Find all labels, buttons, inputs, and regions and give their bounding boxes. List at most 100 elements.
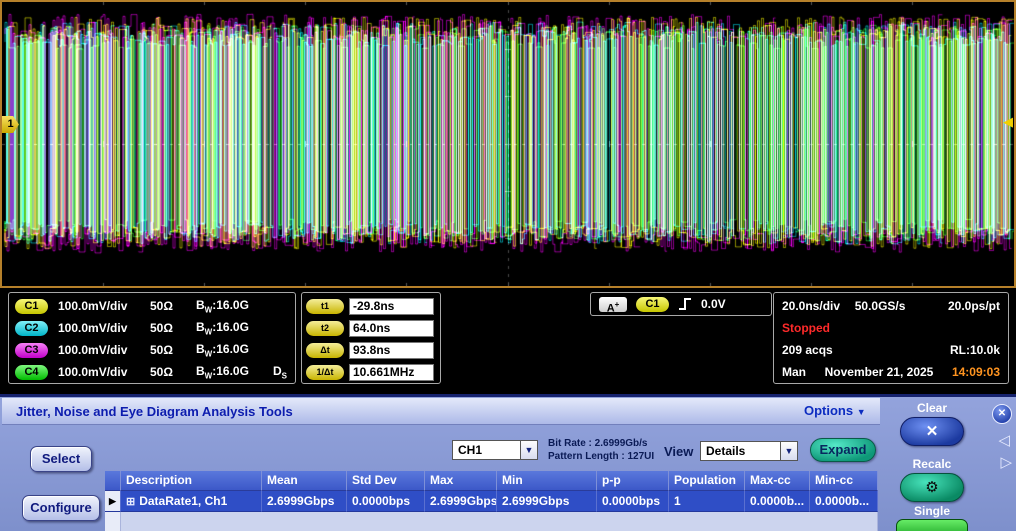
view-label: View <box>664 444 693 459</box>
view-select[interactable]: Details ▼ <box>700 441 798 461</box>
col-min-cc[interactable]: Min-cc <box>810 471 878 491</box>
channel-2-badge[interactable]: C2 <box>15 321 48 336</box>
cursor-inv-delta-t-row: 1/Δt 10.661MHz <box>306 361 436 383</box>
channel-2-readout[interactable]: C2 100.0mV/div 50Ω BW:16.0G <box>15 317 289 339</box>
channel-4-badge[interactable]: C4 <box>15 365 48 380</box>
cursor-inv-delta-t-value[interactable]: 10.661MHz <box>349 364 434 381</box>
channel-3-readout[interactable]: C3 100.0mV/div 50Ω BW:16.0G <box>15 339 289 361</box>
source-select-value[interactable]: CH1 <box>452 440 520 460</box>
cursor-t1-badge[interactable]: t1 <box>306 299 344 314</box>
cursor-delta-t-badge[interactable]: Δt <box>306 343 344 358</box>
chevron-down-icon[interactable]: ▼ <box>520 440 538 460</box>
trigger-source-badge[interactable]: C1 <box>636 297 669 312</box>
channel-1-badge[interactable]: C1 <box>15 299 48 314</box>
col-std-dev[interactable]: Std Dev <box>347 471 425 491</box>
cell-min-cc: 0.0000b... <box>810 491 878 512</box>
channel-3-impedance: 50Ω <box>150 343 196 357</box>
view-select-value[interactable]: Details <box>700 441 780 461</box>
single-button[interactable] <box>896 519 968 531</box>
channel-4-impedance: 50Ω <box>150 365 196 379</box>
cursor-inv-delta-t-badge[interactable]: 1/Δt <box>306 365 344 380</box>
cursor-t2-value[interactable]: 64.0ns <box>349 320 434 337</box>
cell-max-cc: 0.0000b... <box>745 491 810 512</box>
cursor-delta-t-row: Δt 93.8ns <box>306 339 436 361</box>
trigger-mode-value: Man <box>782 365 806 379</box>
sample-rate-value: 50.0GS/s <box>855 299 906 313</box>
waveform-display[interactable] <box>2 2 1014 286</box>
vertical-readouts: C1 100.0mV/div 50Ω BW:16.0G C2 100.0mV/d… <box>8 292 296 384</box>
col-min[interactable]: Min <box>497 471 597 491</box>
channel-4-readout[interactable]: C4 100.0mV/div 50Ω BW:16.0G DS <box>15 361 289 383</box>
horizontal-readouts: 20.0ns/div 50.0GS/s 20.0ps/pt Stopped 20… <box>773 292 1009 384</box>
status-bar: C1 100.0mV/div 50Ω BW:16.0G C2 100.0mV/d… <box>0 288 1016 394</box>
col-mean[interactable]: Mean <box>262 471 347 491</box>
jitter-analysis-panel: Jitter, Noise and Eye Diagram Analysis T… <box>0 394 1016 531</box>
acq-status-row: Stopped <box>782 317 1000 339</box>
col-population[interactable]: Population <box>669 471 745 491</box>
trigger-readout[interactable]: A+ C1 0.0V <box>590 292 772 316</box>
expand-button[interactable]: Expand <box>810 438 876 462</box>
trigger-level-value[interactable]: 0.0V <box>701 297 726 311</box>
channel-2-impedance: 50Ω <box>150 321 196 335</box>
channel-3-scale: 100.0mV/div <box>58 343 150 357</box>
bit-rate-value: Bit Rate : 2.6999Gb/s <box>548 437 654 450</box>
cell-max: 2.6999Gbps <box>425 491 497 512</box>
clear-label: Clear <box>898 401 966 415</box>
col-p-p[interactable]: p-p <box>597 471 669 491</box>
col-max[interactable]: Max <box>425 471 497 491</box>
select-button[interactable]: Select <box>30 446 92 472</box>
timebase-value: 20.0ns/div <box>782 299 840 313</box>
channel-3-badge[interactable]: C3 <box>15 343 48 358</box>
col-description[interactable]: Description <box>121 471 262 491</box>
cell-min: 2.6999Gbps <box>497 491 597 512</box>
clear-x-icon: ✕ <box>926 423 939 440</box>
oscilloscope-screen: 1 ◀ C1 100.0mV/div 50Ω BW:16.0G C2 100.0… <box>0 0 1016 531</box>
trigger-level-arrow-icon[interactable]: ◀ <box>1003 114 1013 130</box>
expand-row-icon[interactable]: ⊞ <box>126 496 135 508</box>
cell-population: 1 <box>669 491 745 512</box>
datetime-row: Man November 21, 2025 14:09:03 <box>782 361 1000 383</box>
table-empty-row <box>105 512 878 531</box>
timebase-row: 20.0ns/div 50.0GS/s 20.0ps/pt <box>782 295 1000 317</box>
cell-std-dev: 0.0000bps <box>347 491 425 512</box>
table-corner-cell <box>105 471 121 491</box>
cursor-t1-value[interactable]: -29.8ns <box>349 298 434 315</box>
acquisition-status: Stopped <box>782 321 830 335</box>
row-selector-icon[interactable]: ▶ <box>105 491 121 512</box>
cell-description[interactable]: ⊞DataRate1, Ch1 <box>121 491 262 512</box>
close-icon[interactable]: ✕ <box>992 404 1012 424</box>
channel-3-bandwidth: BW:16.0G <box>196 342 249 358</box>
nav-next-icon[interactable]: ▷ <box>1000 453 1012 471</box>
pattern-length-value: Pattern Length : 127UI <box>548 450 654 463</box>
channel-1-impedance: 50Ω <box>150 299 196 313</box>
cursor-t2-row: t2 64.0ns <box>306 317 436 339</box>
table-row[interactable]: ▶ ⊞DataRate1, Ch1 2.6999Gbps 0.0000bps 2… <box>105 491 878 512</box>
options-menu[interactable]: Options ▼ <box>804 403 866 418</box>
cursor-t2-badge[interactable]: t2 <box>306 321 344 336</box>
chevron-down-icon[interactable]: ▼ <box>780 441 798 461</box>
bit-rate-info: Bit Rate : 2.6999Gb/s Pattern Length : 1… <box>548 437 654 463</box>
rising-edge-icon <box>678 296 692 312</box>
recalc-label: Recalc <box>898 457 966 471</box>
resolution-value: 20.0ps/pt <box>948 299 1000 313</box>
table-header-row: Description Mean Std Dev Max Min p-p Pop… <box>105 471 878 491</box>
channel-2-bandwidth: BW:16.0G <box>196 320 249 336</box>
col-max-cc[interactable]: Max-cc <box>745 471 810 491</box>
record-length: RL:10.0k <box>950 343 1000 357</box>
timebase-group[interactable]: 20.0ns/div 50.0GS/s <box>782 299 905 313</box>
clear-button[interactable]: ✕ <box>900 417 964 446</box>
trigger-mode-badge[interactable]: A+ <box>599 297 627 312</box>
source-select[interactable]: CH1 ▼ <box>452 440 538 460</box>
configure-button[interactable]: Configure <box>22 495 100 521</box>
channel-2-scale: 100.0mV/div <box>58 321 150 335</box>
channel-4-scale: 100.0mV/div <box>58 365 150 379</box>
nav-previous-icon[interactable]: ◁ <box>998 431 1010 449</box>
acquisition-count: 209 acqs <box>782 343 833 357</box>
cell-p-p: 0.0000bps <box>597 491 669 512</box>
time-value: 14:09:03 <box>952 365 1000 379</box>
channel-1-readout[interactable]: C1 100.0mV/div 50Ω BW:16.0G <box>15 295 289 317</box>
recalc-button[interactable]: ⚙ <box>900 473 964 502</box>
cursor-delta-t-value[interactable]: 93.8ns <box>349 342 434 359</box>
measurements-table: Description Mean Std Dev Max Min p-p Pop… <box>105 471 878 531</box>
cursor-t1-row: t1 -29.8ns <box>306 295 436 317</box>
